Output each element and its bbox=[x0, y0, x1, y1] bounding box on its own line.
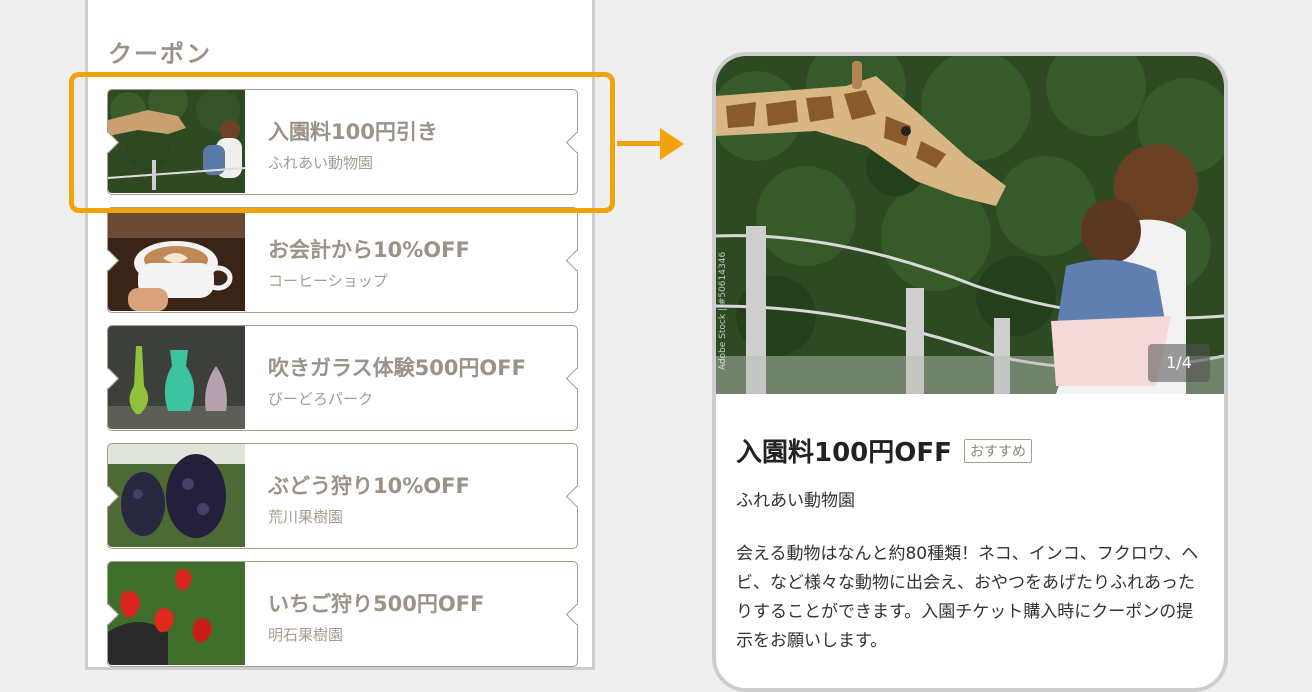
coupon-shop-name: びーどろパーク bbox=[268, 390, 374, 408]
coupon-thumbnail bbox=[108, 208, 245, 311]
coupon-card[interactable]: 吹きガラス体験500円OFF びーどろパーク bbox=[97, 325, 588, 431]
detail-shop-name: ふれあい動物園 bbox=[736, 491, 855, 511]
arrow-head-icon bbox=[660, 128, 684, 160]
coupon-title: 吹きガラス体験500円OFF bbox=[268, 356, 526, 380]
selected-coupon-highlight bbox=[69, 72, 615, 213]
coupon-title: いちご狩り500円OFF bbox=[268, 592, 485, 616]
coupon-detail-card: Adobe Stock | #50614346 1/4 入園料100円OFF お… bbox=[712, 52, 1228, 692]
coupon-thumbnail bbox=[108, 562, 245, 665]
coupon-shop-name: 明石果樹園 bbox=[268, 626, 344, 644]
detail-hero-image[interactable]: Adobe Stock | #50614346 1/4 bbox=[716, 56, 1224, 394]
coupon-shop-name: 荒川果樹園 bbox=[268, 508, 344, 526]
coupon-card[interactable]: いちご狩り500円OFF 明石果樹園 bbox=[97, 561, 588, 667]
detail-title: 入園料100円OFF bbox=[736, 438, 952, 468]
coupon-thumbnail bbox=[108, 326, 245, 429]
coupon-card[interactable]: ぶどう狩り10%OFF 荒川果樹園 bbox=[97, 443, 588, 549]
detail-description: 会える動物はなんと約80種類！ネコ、インコ、フクロウ、ヘビ、など様々な動物に出会… bbox=[736, 544, 1199, 651]
coupon-title: ぶどう狩り10%OFF bbox=[268, 474, 470, 498]
coupon-title: お会計から10%OFF bbox=[268, 238, 470, 262]
section-title: クーポン bbox=[108, 40, 212, 68]
arrow-right-icon bbox=[617, 141, 662, 146]
image-credit: Adobe Stock | #50614346 bbox=[718, 251, 729, 371]
coupon-card[interactable]: お会計から10%OFF コーヒーショップ bbox=[97, 207, 588, 313]
coupon-shop-name: コーヒーショップ bbox=[268, 272, 388, 290]
recommend-badge: おすすめ bbox=[964, 439, 1032, 463]
coupon-thumbnail bbox=[108, 444, 245, 547]
image-counter: 1/4 bbox=[1148, 344, 1210, 382]
